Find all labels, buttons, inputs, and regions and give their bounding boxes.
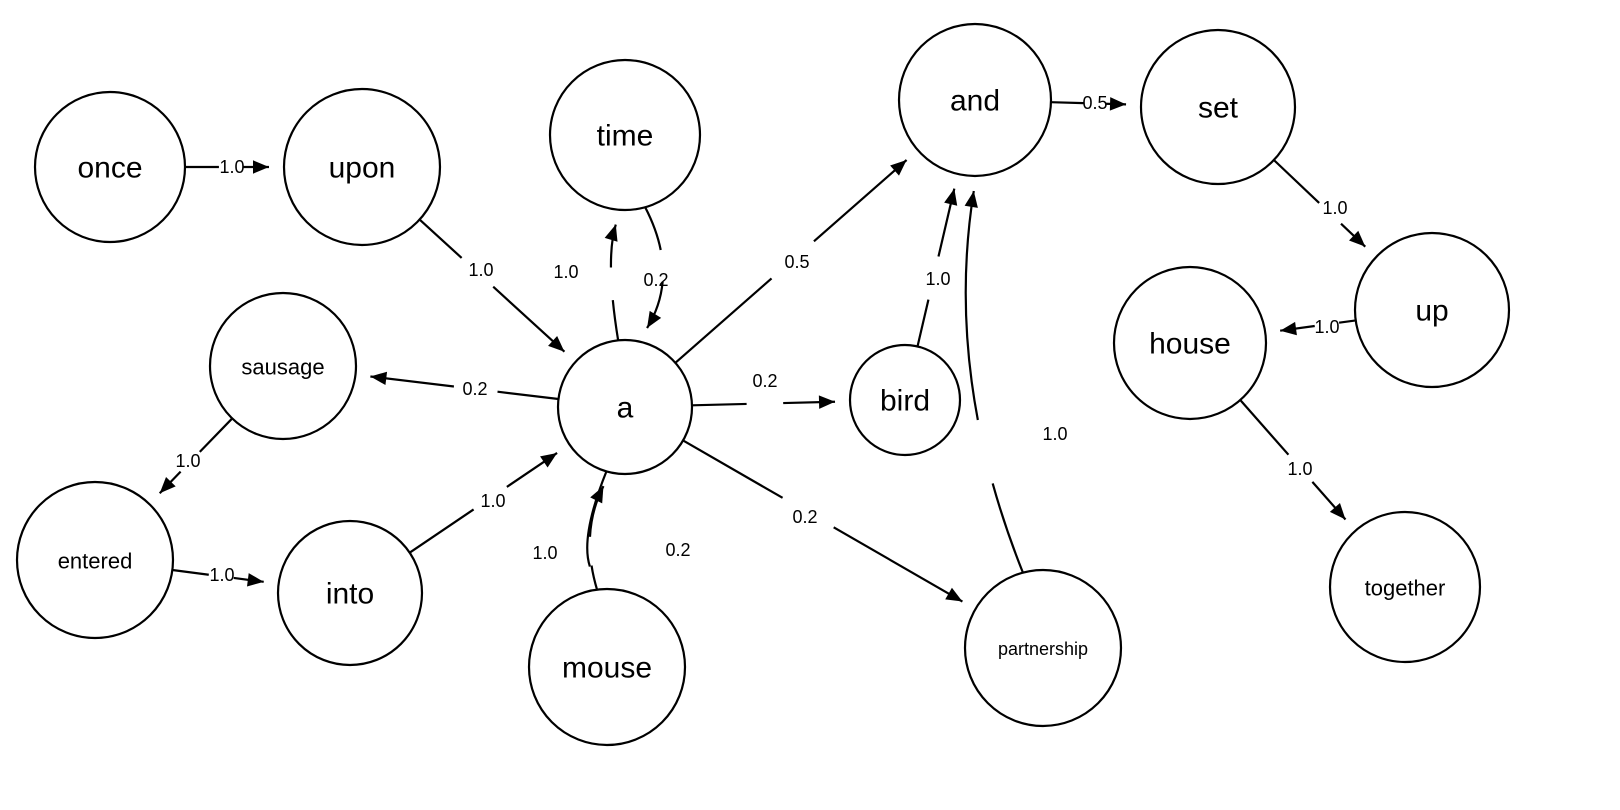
edge-weight-label: 0.5: [784, 252, 809, 272]
node-circle[interactable]: [282, 87, 442, 247]
edge-line: [674, 277, 773, 364]
edge-line: [199, 417, 233, 453]
node-circle[interactable]: [15, 480, 175, 640]
edge-weight-label: 1.0: [468, 260, 493, 280]
graph-canvas: once upon time and set up house sausage a bird ent…: [0, 0, 1620, 810]
arrow-head-icon: [1280, 321, 1297, 336]
edge-weight-label: 1.0: [219, 157, 244, 177]
edge-weight-label: 1.0: [1322, 198, 1347, 218]
edge-weight-label: 1.0: [209, 565, 234, 585]
node-circle[interactable]: [1112, 265, 1268, 421]
graph-node-and[interactable]: and: [897, 22, 1053, 178]
edge-weight-label: 0.5: [1082, 93, 1107, 113]
graph-node-once[interactable]: once: [33, 90, 187, 244]
node-circle[interactable]: [1328, 510, 1482, 664]
graph-node-time[interactable]: time: [548, 58, 702, 212]
arrow-head-icon: [964, 190, 978, 208]
graph-node-bird[interactable]: bird: [848, 343, 962, 457]
node-circle[interactable]: [276, 519, 424, 667]
graph-node-into[interactable]: into: [276, 519, 424, 667]
graph-node-sausage[interactable]: sausage: [208, 291, 358, 441]
edge-line: [991, 483, 1024, 574]
arrow-head-icon: [1109, 97, 1127, 111]
node-circle[interactable]: [548, 58, 702, 212]
arrow-head-icon: [944, 188, 958, 206]
graph-node-together[interactable]: together: [1328, 510, 1482, 664]
edge-line: [586, 470, 608, 567]
edge-line: [172, 568, 209, 576]
node-circle[interactable]: [208, 291, 358, 441]
edge-weight-label: 0.2: [643, 270, 668, 290]
edge-weight-label: 0.2: [665, 540, 690, 560]
edge-line: [644, 206, 662, 251]
edge-weight-label: 1.0: [1287, 459, 1312, 479]
arrow-head-icon: [246, 573, 264, 587]
edge-line: [691, 402, 747, 407]
edge-line: [1050, 101, 1084, 105]
node-circle[interactable]: [897, 22, 1053, 178]
node-circle[interactable]: [33, 90, 187, 244]
edge-line: [590, 565, 599, 590]
node-circle[interactable]: [848, 343, 962, 457]
node-circle[interactable]: [556, 338, 694, 476]
edge-weight-label: 1.0: [480, 491, 505, 511]
arrow-head-icon: [540, 452, 558, 468]
graph-node-upon[interactable]: upon: [282, 87, 442, 247]
nodes-layer: once upon time and setuphouse sausage a bird ent…: [15, 22, 1511, 747]
arrow-head-icon: [945, 587, 963, 602]
graph-node-partnership[interactable]: partnership: [963, 568, 1123, 728]
edge-line: [813, 159, 908, 243]
edge-weight-label: 0.2: [752, 371, 777, 391]
edge-line: [964, 190, 979, 421]
arrow-head-icon: [604, 224, 618, 242]
edge-weight-label: 1.0: [532, 543, 557, 563]
graph-node-mouse[interactable]: mouse: [527, 587, 687, 747]
edge-line: [497, 390, 559, 401]
graph-node-house[interactable]: house: [1112, 265, 1268, 421]
edge-weight-label: 1.0: [1314, 317, 1339, 337]
edge-weight-label: 1.0: [175, 451, 200, 471]
edge-line: [611, 300, 620, 341]
arrow-head-icon: [370, 371, 388, 386]
edge-line: [418, 218, 463, 259]
edge-weight-label: 0.2: [462, 379, 487, 399]
graph-node-set[interactable]: set: [1139, 28, 1297, 186]
graph-svg: once upon time and setuphouse sausage a bird ent…: [15, 22, 1511, 747]
arrow-head-icon: [818, 395, 836, 409]
edge-weight-label: 1.0: [553, 262, 578, 282]
edge-line: [1273, 159, 1320, 204]
edge-line: [1338, 319, 1356, 324]
edge-line: [409, 508, 475, 554]
node-circle[interactable]: [963, 568, 1123, 728]
arrow-head-icon: [253, 160, 269, 174]
graph-node-up[interactable]: up: [1353, 231, 1511, 389]
node-circle[interactable]: [1139, 28, 1297, 186]
edge-weight-label: 1.0: [925, 269, 950, 289]
edge-weight-label: 1.0: [1042, 424, 1067, 444]
edge-line: [1239, 399, 1290, 456]
node-circle[interactable]: [1353, 231, 1511, 389]
edge-line: [833, 526, 963, 603]
graph-node-a[interactable]: a: [556, 338, 694, 476]
edge-line: [682, 439, 784, 499]
edge-weight-label: 0.2: [792, 507, 817, 527]
edge-line: [916, 299, 930, 347]
graph-node-entered[interactable]: entered: [15, 480, 175, 640]
node-circle[interactable]: [527, 587, 687, 747]
